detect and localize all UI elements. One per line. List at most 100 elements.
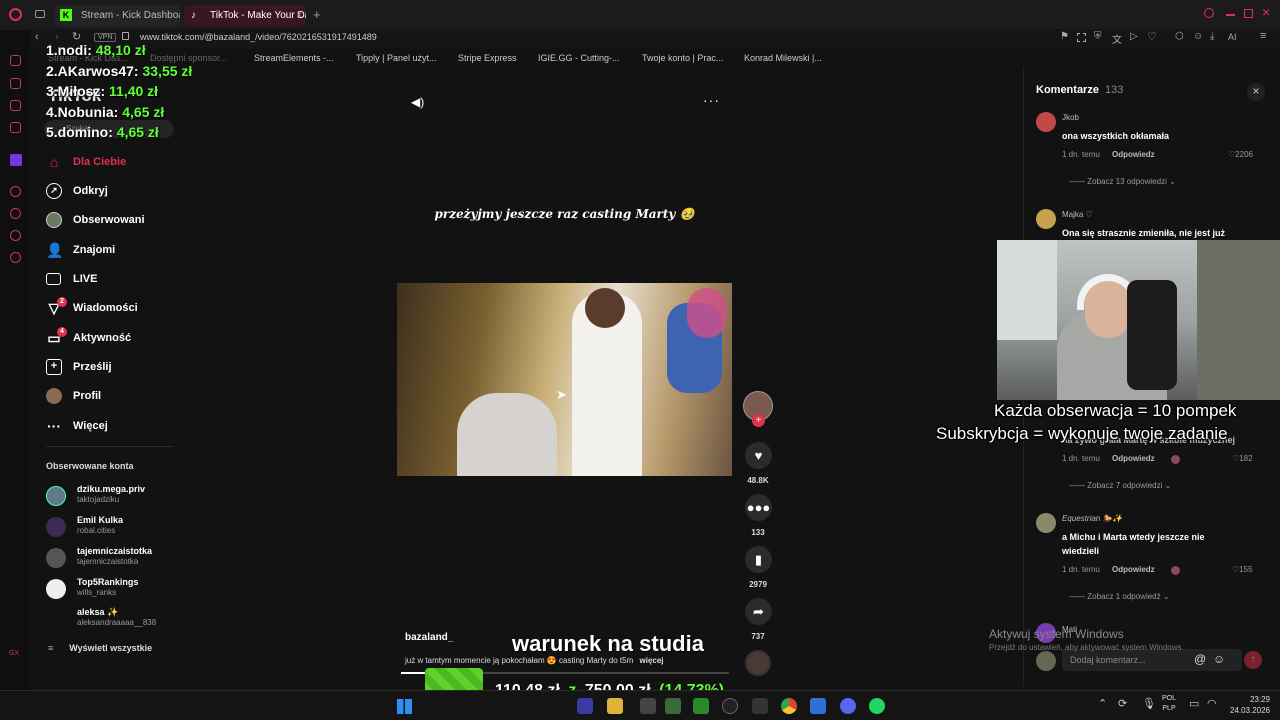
tab-kick[interactable]: K Stream - Kick Dashboa xyxy=(55,5,180,26)
comment-user[interactable]: Jkob xyxy=(1062,113,1079,122)
comment-user[interactable]: Equestrian 🐎✨ xyxy=(1062,514,1122,523)
extensions-icon[interactable]: ⬡ xyxy=(1175,31,1184,42)
more-link[interactable]: więcej xyxy=(640,656,664,665)
reply-button[interactable]: Odpowiedz xyxy=(1112,565,1155,574)
more-options-icon[interactable]: ··· xyxy=(703,92,720,108)
play-icon[interactable]: ▷ xyxy=(1130,31,1138,42)
windows-start-icon[interactable] xyxy=(397,699,412,714)
sidebar-app-icon[interactable] xyxy=(10,55,21,66)
nav-profil[interactable]: Profil xyxy=(46,385,101,407)
close-comments-icon[interactable]: × xyxy=(1247,83,1265,101)
bookmark-item[interactable]: StreamElements -... xyxy=(254,50,334,67)
reply-button[interactable]: Odpowiedz xyxy=(1112,454,1155,463)
wifi-icon[interactable]: ◠ xyxy=(1207,697,1217,710)
avatar[interactable] xyxy=(1036,112,1056,132)
comment-user[interactable]: Majka ♡ xyxy=(1062,210,1093,219)
nav-live[interactable]: LIVE xyxy=(46,268,97,290)
sidebar-app-icon[interactable] xyxy=(10,78,21,89)
nav-przeslij[interactable]: + Prześlij xyxy=(46,356,112,378)
xbox-icon[interactable] xyxy=(693,698,709,714)
tab-list-icon[interactable] xyxy=(35,10,45,18)
clock[interactable]: 23:29 24.03.2026 xyxy=(1226,694,1270,716)
nav-obserwowani[interactable]: Obserwowani xyxy=(46,209,145,231)
nav-aktywnosc[interactable]: ▭ 4 Aktywność xyxy=(46,327,131,349)
avatar[interactable] xyxy=(1036,513,1056,533)
spotify-icon[interactable] xyxy=(869,698,885,714)
mic-icon[interactable]: 🎙 xyxy=(1142,697,1156,710)
reply-button[interactable]: Odpowiedz xyxy=(1112,150,1155,159)
taskbar-app-icon[interactable] xyxy=(810,698,826,714)
share-icon[interactable]: ➦ xyxy=(745,598,772,625)
follow-plus-icon[interactable]: + xyxy=(752,414,765,427)
close-window-icon[interactable]: × xyxy=(1262,4,1270,20)
shield-icon[interactable]: ⛨ xyxy=(1094,31,1102,42)
profile-icon[interactable]: ☺ xyxy=(1193,31,1203,42)
chrome-icon[interactable] xyxy=(781,698,797,714)
sidebar-app-icon[interactable] xyxy=(10,208,21,219)
emoji-icon[interactable]: ☺ xyxy=(1213,652,1225,666)
sidebar-app-icon[interactable] xyxy=(10,122,21,133)
sidebar-app-icon[interactable] xyxy=(10,186,21,197)
discord-icon[interactable] xyxy=(840,698,856,714)
like-button[interactable]: ♡155 xyxy=(1232,565,1253,574)
video-author[interactable]: bazaland_ xyxy=(405,632,453,643)
heart-outline-icon[interactable]: ♡ xyxy=(1147,30,1157,43)
bookmark-item[interactable]: Tipply | Panel użyt... xyxy=(356,50,437,67)
language-indicator[interactable]: POL PLP xyxy=(1162,694,1176,714)
tab-close-icon[interactable]: × xyxy=(296,5,302,26)
taskbar-app-icon[interactable] xyxy=(640,698,656,714)
bookmark-item[interactable]: Konrad Milewski |... xyxy=(744,50,822,67)
like-button[interactable]: ♡182 xyxy=(1232,454,1253,463)
display-icon[interactable]: ▭ xyxy=(1189,697,1199,710)
nav-wiecej[interactable]: ··· Więcej xyxy=(46,415,108,437)
maximize-icon[interactable] xyxy=(1244,9,1253,18)
bookmark-page-icon[interactable]: ⚑ xyxy=(1060,31,1069,42)
file-explorer-icon[interactable] xyxy=(607,698,623,714)
back-icon[interactable]: ‹ xyxy=(35,31,39,43)
translate-icon[interactable]: 文 xyxy=(1112,31,1122,46)
menu-icon[interactable]: ≡ xyxy=(1260,30,1266,42)
search-icon[interactable] xyxy=(1204,8,1214,18)
opera-logo-icon[interactable] xyxy=(9,8,22,21)
vpn-badge[interactable]: VPN xyxy=(94,33,117,42)
view-replies-button[interactable]: —— Zobacz 1 odpowiedź ⌄ xyxy=(1069,592,1170,601)
new-tab-button[interactable]: + xyxy=(313,7,321,22)
download-icon[interactable]: ⤓ xyxy=(1210,31,1214,42)
heart-icon[interactable]: ♥ xyxy=(745,442,772,469)
nav-znajomi[interactable]: 👤 Znajomi xyxy=(46,239,115,261)
like-button[interactable]: ♡2206 xyxy=(1228,150,1253,159)
taskbar-app-icon[interactable] xyxy=(722,698,738,714)
bookmark-icon[interactable]: ▮ xyxy=(745,546,772,573)
gx-icon[interactable]: GX xyxy=(9,650,19,657)
view-replies-button[interactable]: —— Zobacz 7 odpowiedzi ⌄ xyxy=(1069,481,1171,490)
send-button[interactable]: ↑ xyxy=(1244,651,1262,669)
bookmark-item[interactable]: IGIE.GG - Cutting-... xyxy=(538,50,620,67)
url-field[interactable]: www.tiktok.com/@bazaland_/video/76202165… xyxy=(140,32,377,42)
show-all-button[interactable]: ≡ Wyświetl wszystkie xyxy=(48,643,152,653)
settings-icon[interactable] xyxy=(10,252,21,263)
video-player[interactable] xyxy=(397,283,732,476)
epic-icon[interactable] xyxy=(752,698,768,714)
tab-tiktok[interactable]: ♪ TikTok - Make Your Da × xyxy=(184,5,306,26)
minimize-icon[interactable] xyxy=(1226,14,1235,16)
avatar[interactable] xyxy=(1036,209,1056,229)
leaderboard-entry: 1.nodi: 48,10 zł xyxy=(46,42,146,58)
sidebar-app-icon[interactable] xyxy=(10,230,21,241)
nav-odkryj[interactable]: ➚ Odkryj xyxy=(46,180,108,202)
nav-wiadomosci[interactable]: ▽ 2 Wiadomości xyxy=(46,297,138,319)
network-icon[interactable]: ⟳ xyxy=(1118,697,1127,710)
nav-dla-ciebie[interactable]: ⌂ Dla Ciebie xyxy=(46,151,126,173)
bookmark-item[interactable]: Stripe Express xyxy=(458,50,517,67)
mention-icon[interactable]: @ xyxy=(1194,652,1206,666)
comment-icon[interactable]: ●●● xyxy=(745,494,772,521)
tray-chevron-icon[interactable]: ⌃ xyxy=(1098,697,1107,710)
sidebar-app-icon[interactable] xyxy=(10,100,21,111)
bookmark-item[interactable]: Twoje konto | Prac... xyxy=(642,50,723,67)
screenshot-icon[interactable] xyxy=(1077,33,1086,42)
view-replies-button[interactable]: —— Zobacz 13 odpowiedzi ⌄ xyxy=(1069,177,1176,186)
taskbar-app-icon[interactable] xyxy=(665,698,681,714)
ai-button[interactable]: AI xyxy=(1228,32,1237,42)
volume-icon[interactable]: ◀) xyxy=(411,95,424,109)
taskbar-app-icon[interactable] xyxy=(577,698,593,714)
twitch-icon[interactable] xyxy=(10,154,22,166)
